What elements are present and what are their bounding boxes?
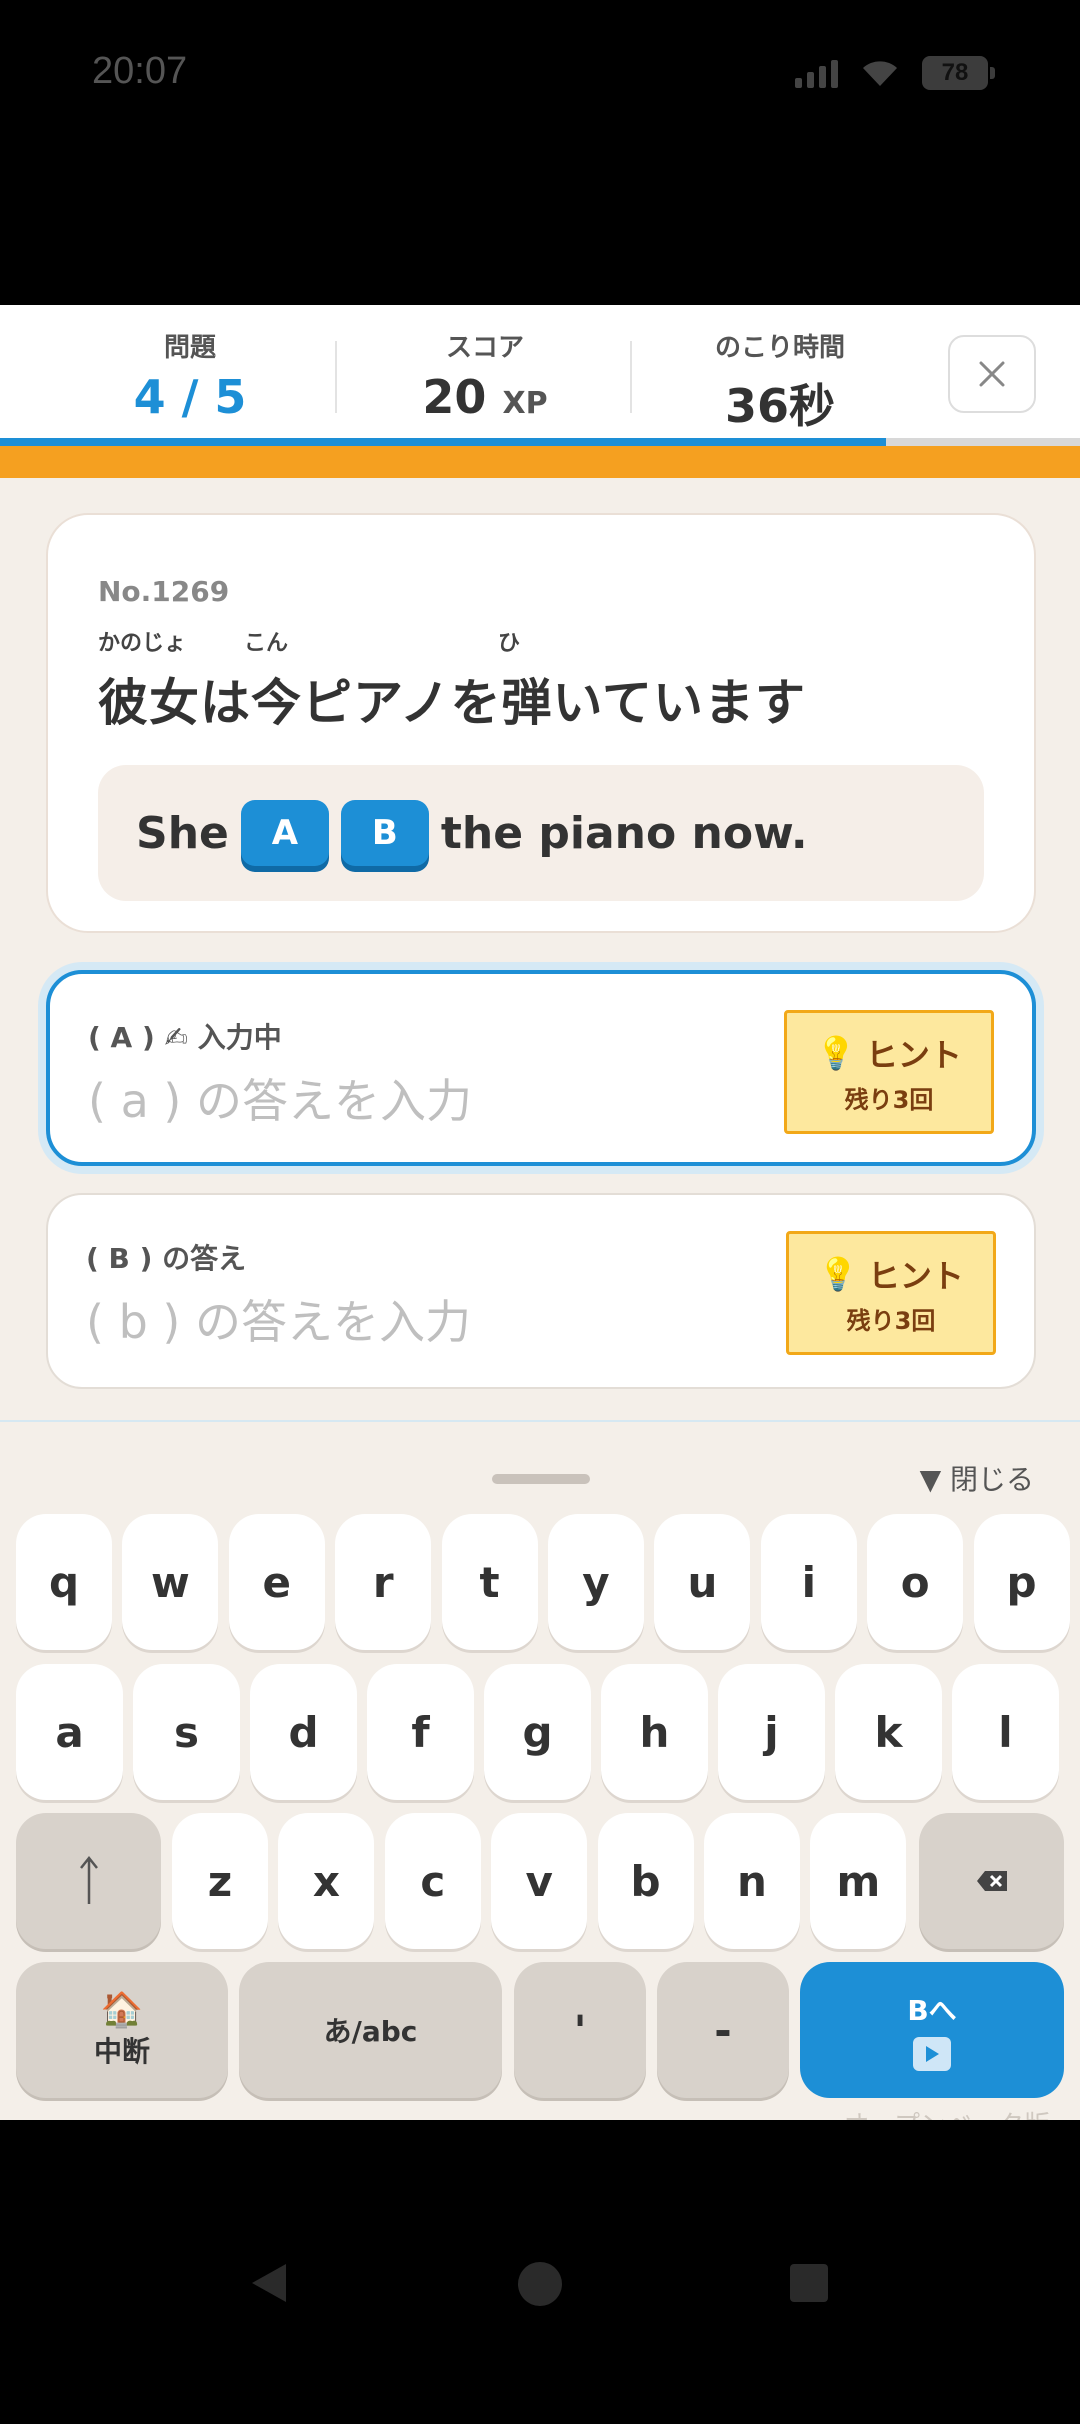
question-card: No.1269 かのじょ こん ひ 彼女は今ピアノを弾いています She A B… <box>46 513 1036 933</box>
key-o[interactable]: o <box>867 1514 964 1650</box>
header-divider <box>335 341 337 413</box>
key-h[interactable]: h <box>601 1664 708 1800</box>
score-unit: XP <box>502 386 548 421</box>
backspace-icon <box>976 1871 1007 1891</box>
english-before: She <box>136 807 229 859</box>
blank-b-button[interactable]: B <box>340 800 429 866</box>
english-sentence-box: She A B the piano now. <box>98 765 984 901</box>
shift-icon <box>79 1856 98 1904</box>
answer-b-input[interactable] <box>86 1295 766 1349</box>
score-label: スコア <box>445 333 524 363</box>
answer-a-input[interactable] <box>88 1074 768 1128</box>
lightbulb-icon: 💡 <box>818 1254 858 1293</box>
apostrophe-key[interactable]: ' <box>514 1962 646 2098</box>
next-label: Bへ <box>907 1994 957 2027</box>
keyboard-close-button[interactable]: ▼ 閉じる <box>920 1458 1034 1498</box>
shift-key[interactable] <box>16 1813 161 1949</box>
key-z[interactable]: z <box>172 1813 268 1949</box>
key-x[interactable]: x <box>278 1813 375 1949</box>
keyboard-drag-handle[interactable] <box>492 1474 590 1484</box>
score-display: スコア 20 XP <box>390 327 580 424</box>
key-k[interactable]: k <box>835 1664 942 1800</box>
key-w[interactable]: w <box>122 1514 219 1650</box>
question-number: No.1269 <box>98 575 230 608</box>
lightbulb-icon: 💡 <box>816 1033 856 1072</box>
app-screen: 問題 4 / 5 スコア 20 XP のこり時間 36秒 No.1269 かのじ… <box>0 305 1080 2120</box>
recents-icon[interactable] <box>788 2262 830 2304</box>
close-button[interactable] <box>948 335 1036 413</box>
time-remaining: のこり時間 36秒 <box>680 327 880 436</box>
quit-key[interactable]: 🏠 中断 <box>16 1962 228 2098</box>
quit-label: 中断 <box>93 2035 150 2068</box>
key-m[interactable]: m <box>810 1813 907 1949</box>
home-icon[interactable] <box>516 2260 564 2308</box>
close-icon <box>979 361 1005 387</box>
key-t[interactable]: t <box>441 1514 538 1650</box>
key-p[interactable]: p <box>973 1514 1070 1650</box>
signal-icon <box>795 58 838 88</box>
blank-a-button[interactable]: A <box>240 800 329 866</box>
hint-a-button[interactable]: 💡 ヒント 残り3回 <box>784 1010 994 1134</box>
progress-fill <box>0 438 886 446</box>
key-f[interactable]: f <box>367 1664 474 1800</box>
wifi-icon <box>860 58 900 88</box>
key-d[interactable]: d <box>250 1664 357 1800</box>
play-icon <box>913 2037 951 2071</box>
answer-a-card[interactable]: ( A ) ✍ 入力中 💡 ヒント 残り3回 <box>46 970 1036 1166</box>
header-divider <box>630 341 632 413</box>
furigana-row: かのじょ こん ひ <box>98 625 998 656</box>
key-u[interactable]: u <box>654 1514 751 1650</box>
language-toggle-key[interactable]: あ/abc <box>239 1962 502 2098</box>
score-value: 20 <box>422 370 487 424</box>
progress-bar <box>0 438 1080 446</box>
custom-keyboard: ▼ 閉じる qwertyuiop asdfghjkl zxcvbnm 🏠 中断 … <box>0 1420 1080 2120</box>
hint-remaining: 残り3回 <box>846 1306 936 1335</box>
next-blank-button[interactable]: Bへ <box>800 1962 1064 2098</box>
key-l[interactable]: l <box>952 1664 1059 1800</box>
question-label: 問題 <box>163 333 216 363</box>
question-counter: 問題 4 / 5 <box>100 327 280 424</box>
status-bar: 20:07 78 <box>0 0 1080 305</box>
score-value-wrap: 20 XP <box>390 370 580 424</box>
key-j[interactable]: j <box>718 1664 825 1800</box>
battery-icon: 78 <box>922 56 995 90</box>
hint-label: ヒント <box>867 1256 964 1295</box>
answer-b-card[interactable]: ( B ) の答え 💡 ヒント 残り3回 <box>46 1193 1036 1389</box>
key-y[interactable]: y <box>548 1514 644 1650</box>
furigana: かのじょ <box>98 631 187 656</box>
time-value: 36秒 <box>724 379 835 433</box>
status-time: 20:07 <box>92 50 188 92</box>
english-after: the piano now. <box>440 807 808 859</box>
key-c[interactable]: c <box>384 1813 481 1949</box>
status-icons: 78 <box>795 56 995 90</box>
key-n[interactable]: n <box>704 1813 800 1949</box>
japanese-sentence: 彼女は今ピアノを弾いています <box>98 674 806 732</box>
hyphen-key[interactable]: - <box>657 1962 789 2098</box>
hint-b-button[interactable]: 💡 ヒント 残り3回 <box>786 1231 996 1355</box>
navigation-bar <box>0 2120 1080 2424</box>
key-s[interactable]: s <box>133 1664 240 1800</box>
language-toggle-label: あ/abc <box>323 2015 418 2048</box>
time-label: のこり時間 <box>714 333 845 363</box>
key-q[interactable]: q <box>16 1514 112 1650</box>
hint-label: ヒント <box>865 1035 962 1074</box>
furigana: こん <box>244 631 289 656</box>
mode-banner <box>0 446 1080 478</box>
hint-remaining: 残り3回 <box>844 1085 934 1114</box>
house-icon: 🏠 <box>100 1990 144 2030</box>
answer-a-label: ( A ) ✍ 入力中 <box>88 1021 282 1054</box>
key-r[interactable]: r <box>335 1514 432 1650</box>
furigana: ひ <box>498 631 521 656</box>
key-g[interactable]: g <box>484 1664 591 1800</box>
key-b[interactable]: b <box>597 1813 694 1949</box>
key-i[interactable]: i <box>760 1514 857 1650</box>
back-icon[interactable] <box>246 2260 292 2306</box>
quiz-header: 問題 4 / 5 スコア 20 XP のこり時間 36秒 <box>0 305 1080 446</box>
key-v[interactable]: v <box>491 1813 588 1949</box>
key-a[interactable]: a <box>16 1664 123 1800</box>
backspace-key[interactable] <box>919 1813 1064 1949</box>
answer-b-label: ( B ) の答え <box>86 1242 247 1275</box>
question-value: 4 / 5 <box>133 370 247 424</box>
key-e[interactable]: e <box>228 1514 325 1650</box>
